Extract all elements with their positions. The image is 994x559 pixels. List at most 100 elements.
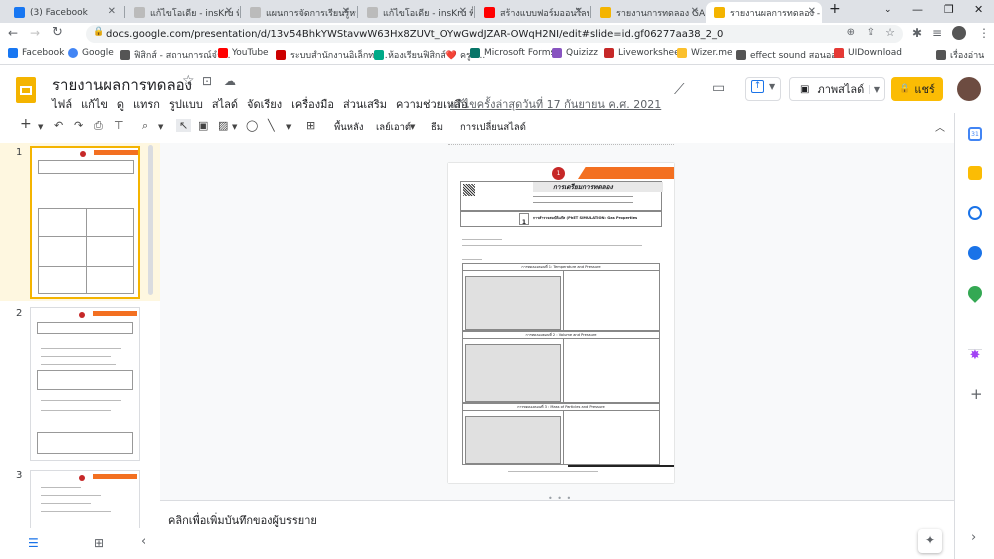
browser-tab[interactable]: (3) Facebook ✕ (6, 2, 122, 23)
close-tab-icon[interactable]: ✕ (691, 6, 699, 17)
slide-thumbnail[interactable] (30, 307, 140, 461)
chevron-down-icon[interactable]: ▼ (232, 123, 237, 131)
activity-icon[interactable]: ⟋ (674, 80, 685, 98)
share-icon[interactable]: ⇪ (867, 27, 875, 38)
document-title[interactable]: รายงานผลการทดลอง (52, 73, 192, 97)
cloud-status-icon[interactable]: ☁ (224, 74, 236, 88)
bookmark-item[interactable]: ระบบสำนักงานอิเล็กทร... (276, 48, 388, 62)
star-icon[interactable]: ☆ (182, 73, 195, 89)
close-tab-icon[interactable]: ✕ (108, 6, 116, 17)
back-icon[interactable]: ← (8, 26, 18, 40)
bookmark-star-icon[interactable]: ☆ (885, 26, 895, 39)
contacts-icon[interactable] (968, 246, 982, 260)
speaker-notes[interactable]: คลิกเพื่อเพิ่มบันทึกของผู้บรรยาย ✦ (160, 500, 954, 559)
browser-tab[interactable]: รายงานการทดลอง GAS ✕ (592, 2, 705, 23)
grid-view-icon[interactable]: ⊞ (94, 536, 104, 550)
chevron-down-icon[interactable]: ▼ (38, 123, 43, 131)
minimize-icon[interactable]: — (912, 3, 923, 16)
theme-button[interactable]: ธีม (431, 120, 443, 135)
menu-arrange[interactable]: จัดเรียง (247, 95, 282, 113)
browser-tab[interactable]: แก้ไขโอเดีย - insKru พื้น...✕ (126, 2, 239, 23)
chevron-down-icon[interactable]: ▼ (410, 123, 415, 131)
extensions-icon[interactable]: ✱ (912, 26, 922, 40)
browser-tab[interactable]: แผนการจัดการเรียนรู้หน้...✕ (242, 2, 356, 23)
line-icon[interactable]: ╲ (268, 119, 275, 132)
profile-avatar[interactable] (952, 26, 966, 40)
browser-tab[interactable]: สร้างแบบฟอร์มออนไลน์ ...✕ (476, 2, 589, 23)
collapse-toolbar-icon[interactable]: ︿ (935, 119, 945, 134)
bookmark-item[interactable]: Microsoft Forms (470, 48, 555, 58)
tasks-icon[interactable] (968, 206, 982, 220)
shape-icon[interactable]: ◯ (246, 119, 258, 132)
calendar-icon[interactable]: 31 (968, 127, 982, 141)
new-slide-icon[interactable]: + (20, 116, 32, 132)
collapse-panel-icon[interactable]: ‹ (141, 534, 146, 549)
addon-icon[interactable]: ✸ (968, 349, 982, 363)
background-button[interactable]: พื้นหลัง (334, 120, 363, 135)
move-folder-icon[interactable]: ⊡ (202, 74, 212, 88)
close-tab-icon[interactable]: ✕ (575, 6, 583, 17)
menu-view[interactable]: ดู (117, 95, 124, 113)
menu-edit[interactable]: แก้ไข (81, 95, 108, 113)
browser-tab-active[interactable]: รายงานผลการทดลอง - ... ✕ (706, 2, 822, 23)
close-window-icon[interactable]: ✕ (974, 3, 983, 16)
close-tab-icon[interactable]: ✕ (342, 6, 350, 17)
browser-tab[interactable]: แก้ไขโอเดีย - insKru พื้น...✕ (359, 2, 473, 23)
comments-icon[interactable]: ▭ (712, 80, 725, 96)
bookmark-item[interactable]: ห้องเรียนฟิสิกส์❤️ ครูแ... (374, 48, 485, 62)
bookmark-item[interactable]: เรื่องอ่าน (936, 48, 984, 62)
reading-list-icon[interactable]: ≡ (932, 26, 942, 40)
layout-button[interactable]: เลย์เอาต์ (376, 120, 411, 135)
forward-icon[interactable]: → (30, 26, 40, 40)
menu-insert[interactable]: แทรก (133, 95, 160, 113)
close-tab-icon[interactable]: ✕ (225, 6, 233, 17)
undo-icon[interactable]: ↶ (54, 119, 63, 132)
redo-icon[interactable]: ↷ (74, 119, 83, 132)
meet-button[interactable]: ↑ ▼ (745, 77, 781, 101)
url-field[interactable]: 🔒 docs.google.com/presentation/d/13v54Bh… (86, 25, 903, 43)
slide-thumbnail[interactable] (30, 470, 140, 528)
bookmark-item[interactable]: YouTube (218, 48, 269, 58)
chevron-down-icon[interactable]: ▼ (286, 123, 291, 131)
lock-icon[interactable]: 🔒 (93, 27, 104, 37)
explore-icon[interactable]: ✦ (918, 529, 942, 553)
add-addon-icon[interactable]: + (970, 385, 983, 403)
menu-format[interactable]: รูปแบบ (169, 95, 203, 113)
bookmark-item[interactable]: UIDownload (834, 48, 902, 58)
transition-button[interactable]: การเปลี่ยนสไลด์ (460, 120, 526, 135)
close-tab-icon[interactable]: ✕ (459, 6, 467, 17)
slides-logo-icon[interactable] (16, 77, 36, 103)
share-button[interactable]: 🔒 แชร์ (891, 77, 943, 101)
bookmark-item[interactable]: Quizizz (552, 48, 598, 58)
menu-file[interactable]: ไฟล์ (52, 95, 72, 113)
bookmark-item[interactable]: Liveworksheet (604, 48, 683, 58)
user-avatar[interactable] (957, 77, 981, 101)
chevron-down-icon[interactable]: ▼ (158, 123, 163, 131)
menu-addons[interactable]: ส่วนเสริม (343, 95, 387, 113)
bookmark-item[interactable]: Wizer.me (677, 48, 733, 58)
comment-icon[interactable]: ⊞ (306, 119, 315, 132)
current-slide[interactable]: 1 การเตรียมการทดลอง 1 การสำรวจสมบัติแก๊ส… (448, 163, 674, 483)
print-icon[interactable]: ⎙ (94, 119, 103, 133)
zoom-icon[interactable]: ⌕ (142, 119, 148, 133)
notes-placeholder[interactable]: คลิกเพื่อเพิ่มบันทึกของผู้บรรยาย (168, 511, 317, 529)
keep-icon[interactable] (968, 166, 982, 180)
tab-search-icon[interactable]: ⌄ (884, 5, 892, 15)
present-dropdown-icon[interactable]: ▼ (868, 84, 880, 94)
maps-icon[interactable] (965, 283, 985, 303)
menu-slide[interactable]: สไลด์ (212, 95, 238, 113)
filmstrip-view-icon[interactable]: ☰ (28, 536, 39, 550)
bookmark-item[interactable]: Google (68, 48, 114, 58)
menu-tools[interactable]: เครื่องมือ (291, 95, 334, 113)
slide-thumbnail[interactable] (30, 146, 140, 299)
bookmark-item[interactable]: ฟิสิกส์ - สถานการณ์จำ... (120, 48, 231, 62)
expand-panel-icon[interactable]: › (971, 530, 976, 545)
last-edit-link[interactable]: แก้ไขครั้งล่าสุดวันที่ 17 กันยายน ค.ศ. 2… (450, 95, 661, 113)
bookmark-item[interactable]: effect sound สอนออ... (736, 48, 845, 62)
reload-icon[interactable]: ↻ (52, 25, 63, 40)
paint-format-icon[interactable]: ⊤ (114, 119, 124, 132)
browser-menu-icon[interactable]: ⋮ (978, 26, 990, 40)
select-icon[interactable]: ↖ (176, 119, 192, 132)
maximize-icon[interactable]: ❐ (944, 3, 954, 16)
present-button[interactable]: ▣ ภาพสไลด์ ▼ (789, 77, 885, 101)
